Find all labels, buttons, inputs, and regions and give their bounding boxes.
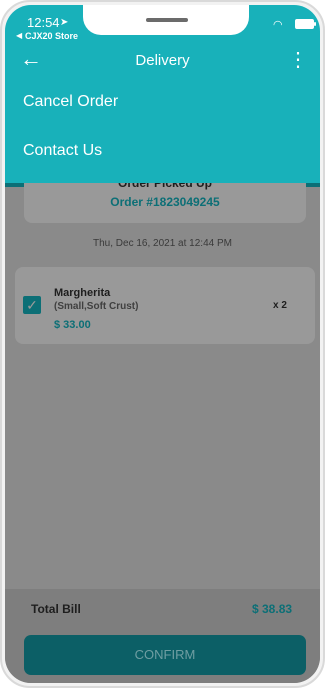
page-title: Delivery — [135, 52, 190, 69]
battery-tip — [314, 22, 316, 26]
menu-item-cancel-order[interactable]: Cancel Order — [23, 93, 118, 111]
location-arrow-icon: ➤ — [60, 17, 69, 28]
status-time: 12:54 — [27, 15, 60, 30]
item-price: $ 33.00 — [54, 319, 91, 331]
item-name: Margherita — [54, 287, 111, 299]
battery-icon — [295, 19, 314, 29]
more-vertical-icon[interactable]: ⋮ — [288, 50, 308, 70]
screen: Order Picked Up Order #1823049245 Thu, D… — [5, 5, 320, 683]
check-icon: ✓ — [26, 297, 38, 313]
total-bill-value: $ 38.83 — [252, 602, 293, 616]
item-options: (Small,Soft Crust) — [54, 301, 139, 312]
wifi-icon: ◠ — [273, 19, 283, 31]
order-number: Order #1823049245 — [110, 195, 220, 209]
order-date: Thu, Dec 16, 2021 at 12:44 PM — [93, 238, 232, 249]
item-card: ✓ Margherita (Small,Soft Crust) $ 33.00 … — [15, 267, 315, 344]
item-quantity: x 2 — [273, 300, 287, 311]
status-back-icon[interactable]: ◀ — [16, 31, 22, 40]
status-store-name: CJX20 Store — [25, 31, 79, 41]
speaker-grille — [146, 18, 188, 22]
item-checkbox[interactable]: ✓ — [23, 296, 41, 314]
total-bill-label: Total Bill — [31, 602, 81, 616]
phone-frame: Order Picked Up Order #1823049245 Thu, D… — [0, 0, 325, 688]
confirm-button[interactable]: CONFIRM — [24, 635, 306, 675]
menu-item-contact-us[interactable]: Contact Us — [23, 142, 102, 160]
